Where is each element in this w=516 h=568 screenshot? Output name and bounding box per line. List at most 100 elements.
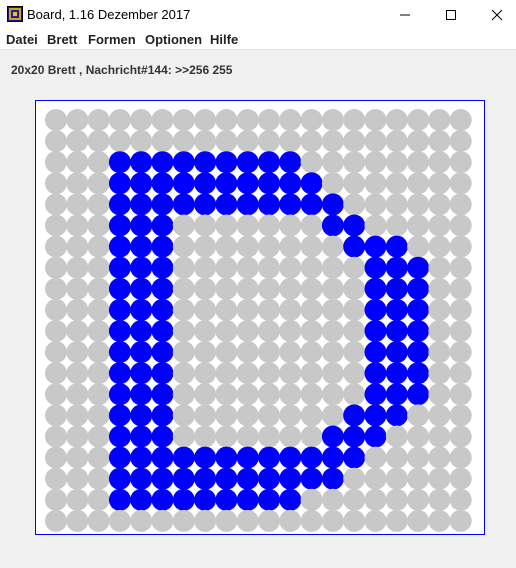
board-cell-empty[interactable] [215,509,238,532]
board-cell-filled[interactable] [279,172,302,195]
board-cell-empty[interactable] [385,467,408,490]
board-cell-filled[interactable] [130,172,153,195]
board-cell-empty[interactable] [87,235,110,258]
board-cell-empty[interactable] [87,488,110,511]
board-cell-empty[interactable] [172,404,195,427]
board-cell-filled[interactable] [385,404,408,427]
board-cell-filled[interactable] [108,404,131,427]
board-cell-empty[interactable] [66,298,89,321]
board-cell-empty[interactable] [364,109,387,131]
board-cell-empty[interactable] [449,235,472,258]
board-cell-filled[interactable] [151,383,174,406]
board-cell-empty[interactable] [300,235,323,258]
board-cell-empty[interactable] [279,298,302,321]
board-cell-empty[interactable] [172,256,195,279]
board-cell-empty[interactable] [258,214,280,237]
board-cell-empty[interactable] [407,109,430,131]
board-cell-empty[interactable] [449,193,472,216]
board-cell-filled[interactable] [130,235,153,258]
board-cell-filled[interactable] [215,446,238,469]
board-cell-filled[interactable] [321,467,344,490]
board-cell-filled[interactable] [130,467,153,490]
board-cell-empty[interactable] [258,341,280,364]
board-cell-empty[interactable] [236,256,259,279]
board-cell-empty[interactable] [87,130,110,153]
board-cell-filled[interactable] [343,214,366,237]
board-cell-filled[interactable] [108,341,131,364]
board-cell-filled[interactable] [151,256,174,279]
board-cell-empty[interactable] [66,320,89,342]
board-cell-empty[interactable] [300,425,323,448]
board-cell-empty[interactable] [343,383,366,406]
board-cell-empty[interactable] [45,320,67,342]
board-cell-empty[interactable] [364,172,387,195]
board-cell-filled[interactable] [151,488,174,511]
board-cell-empty[interactable] [428,446,451,469]
board-cell-empty[interactable] [321,298,344,321]
board-cell-empty[interactable] [45,256,67,279]
board-cell-empty[interactable] [300,341,323,364]
board-cell-filled[interactable] [385,277,408,300]
board-cell-empty[interactable] [151,109,174,131]
board-cell-empty[interactable] [300,362,323,385]
board-cell-empty[interactable] [172,130,195,153]
board-cell-empty[interactable] [87,277,110,300]
board-cell-empty[interactable] [172,362,195,385]
board-cell-filled[interactable] [236,446,259,469]
board-cell-empty[interactable] [66,172,89,195]
board-cell-empty[interactable] [215,130,238,153]
board-cell-empty[interactable] [279,509,302,532]
board-cell-filled[interactable] [215,467,238,490]
board-cell-empty[interactable] [194,341,217,364]
board-cell-empty[interactable] [449,509,472,532]
board-cell-filled[interactable] [108,383,131,406]
board-cell-empty[interactable] [130,509,153,532]
board-cell-empty[interactable] [279,404,302,427]
board-cell-empty[interactable] [194,383,217,406]
board-cell-filled[interactable] [194,467,217,490]
board-cell-empty[interactable] [45,193,67,216]
board-cell-empty[interactable] [385,193,408,216]
menu-brett[interactable]: Brett [47,31,77,48]
board-cell-empty[interactable] [236,509,259,532]
board-cell-empty[interactable] [364,214,387,237]
board-cell-empty[interactable] [321,109,344,131]
board-cell-empty[interactable] [236,320,259,342]
board-cell-filled[interactable] [108,425,131,448]
menu-formen[interactable]: Formen [88,31,136,48]
board-cell-empty[interactable] [279,214,302,237]
board-cell-filled[interactable] [172,151,195,174]
board-cell-filled[interactable] [258,172,280,195]
board-cell-empty[interactable] [45,277,67,300]
board-cell-empty[interactable] [45,446,67,469]
board-cell-filled[interactable] [108,235,131,258]
board-cell-empty[interactable] [300,383,323,406]
board-cell-empty[interactable] [343,256,366,279]
board-cell-empty[interactable] [66,214,89,237]
board-cell-empty[interactable] [66,509,89,532]
board-cell-empty[interactable] [321,383,344,406]
board-cell-empty[interactable] [300,298,323,321]
board-cell-empty[interactable] [258,130,280,153]
board-cell-empty[interactable] [428,362,451,385]
board-cell-empty[interactable] [172,509,195,532]
board-cell-filled[interactable] [321,446,344,469]
board-cell-empty[interactable] [321,341,344,364]
board-cell-filled[interactable] [364,404,387,427]
board-cell-empty[interactable] [343,509,366,532]
board-cell-filled[interactable] [130,488,153,511]
board-cell-empty[interactable] [321,509,344,532]
board-cell-empty[interactable] [385,446,408,469]
board-cell-empty[interactable] [194,277,217,300]
board-cell-filled[interactable] [130,256,153,279]
board-cell-filled[interactable] [279,488,302,511]
board-cell-empty[interactable] [45,235,67,258]
board-cell-empty[interactable] [66,425,89,448]
board-cell-filled[interactable] [300,193,323,216]
board-cell-filled[interactable] [385,383,408,406]
board-cell-filled[interactable] [236,488,259,511]
board-cell-filled[interactable] [108,193,131,216]
board-cell-empty[interactable] [258,383,280,406]
board-cell-filled[interactable] [343,446,366,469]
board-cell-empty[interactable] [258,404,280,427]
